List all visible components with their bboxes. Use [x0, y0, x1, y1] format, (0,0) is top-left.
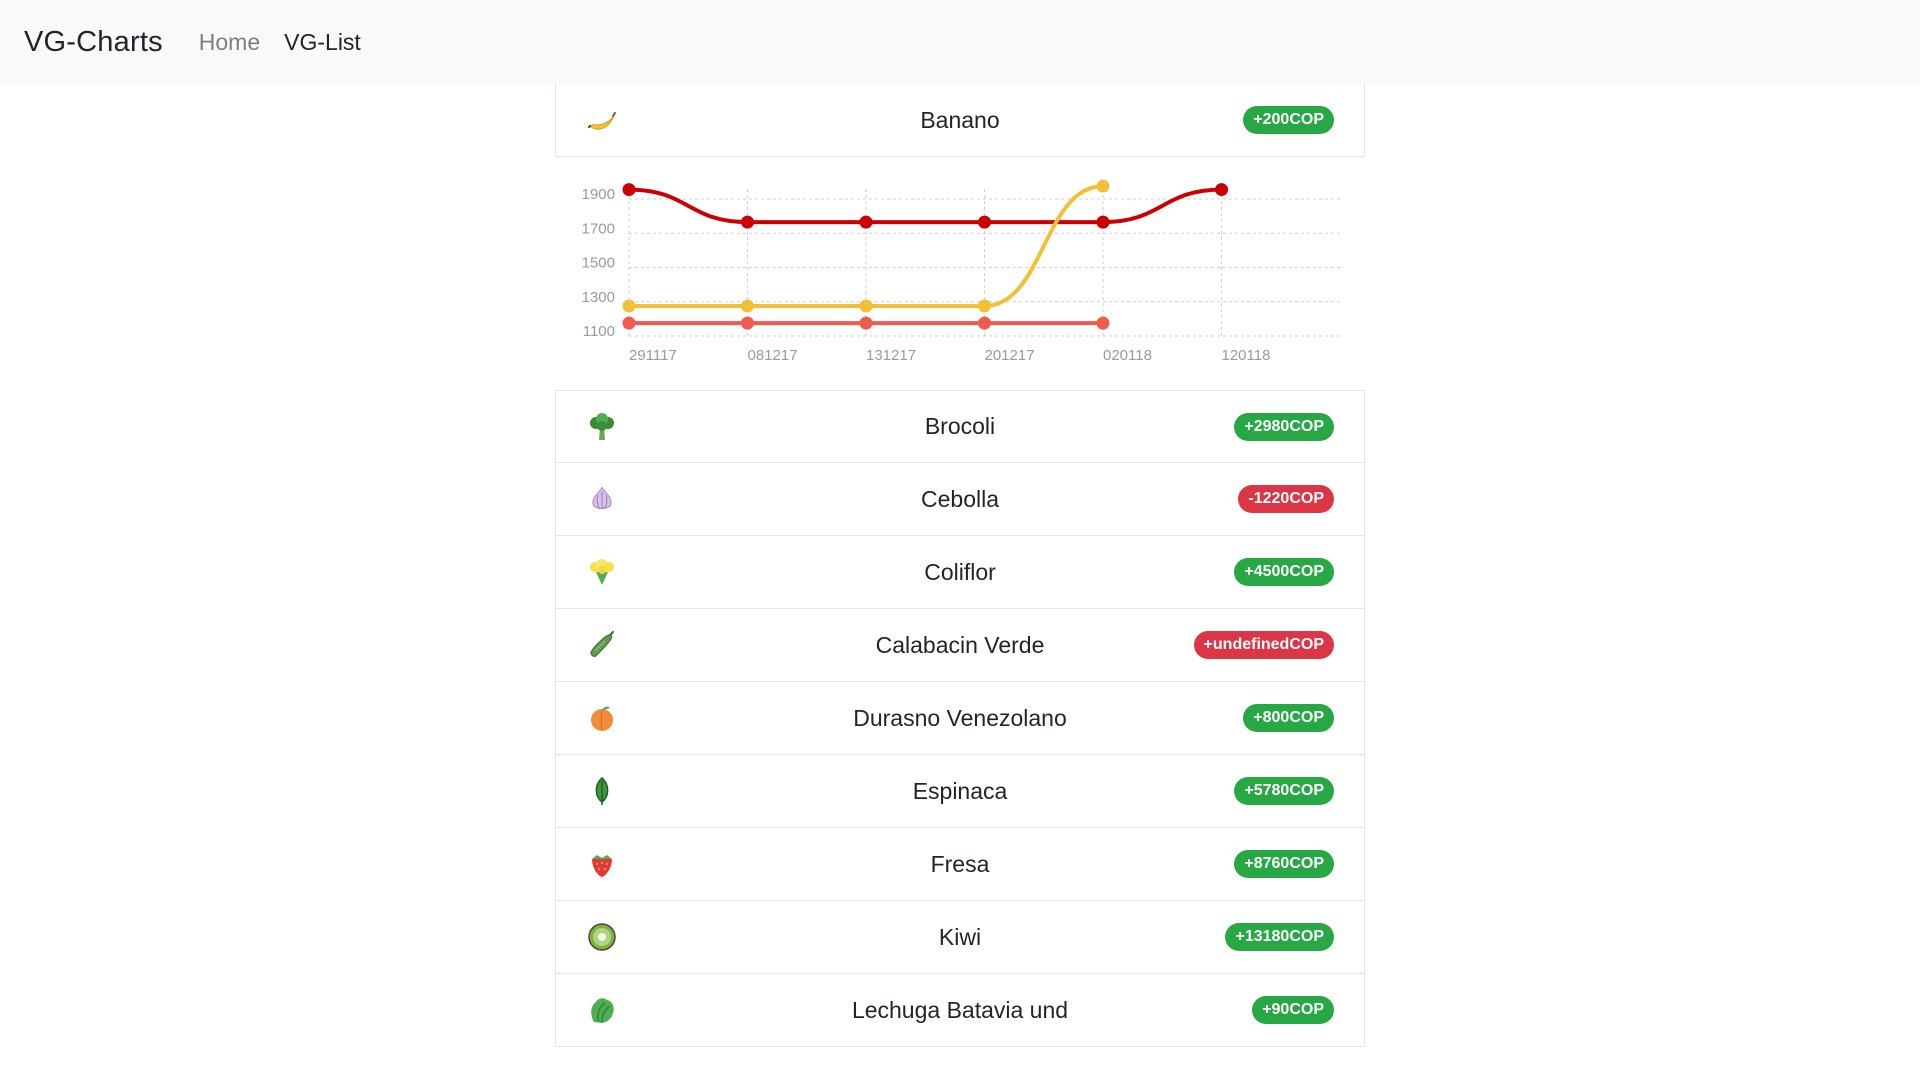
navbar: VG-Charts Home VG-List [0, 0, 1920, 84]
data-point [622, 183, 636, 197]
y-tick-label: 1700 [582, 220, 615, 237]
list-item[interactable]: Brocoli +2980COP [555, 390, 1365, 463]
list-item[interactable]: Kiwi +13180COP [555, 901, 1365, 974]
data-point [859, 316, 873, 330]
price-change-badge: +200COP [1243, 106, 1334, 134]
data-point [1096, 316, 1110, 330]
series-line-1 [627, 184, 1105, 309]
nav-link-home[interactable]: Home [199, 29, 260, 56]
product-list: Banano +200COP 1900 1700 1500 1300 1100 29111… [555, 84, 1365, 1047]
list-item[interactable]: Fresa +8760COP [555, 828, 1365, 901]
price-change-badge: -1220COP [1238, 485, 1334, 513]
data-point [978, 215, 991, 229]
price-change-badge: +90COP [1252, 996, 1334, 1024]
x-tick-label: 201217 [985, 347, 1035, 364]
price-change-badge: +8760COP [1234, 850, 1334, 878]
x-tick-label: 120118 [1222, 347, 1271, 364]
list-item[interactable]: Espinaca +5780COP [555, 755, 1365, 828]
y-tick-label: 1900 [582, 186, 615, 203]
price-change-badge: +undefinedCOP [1193, 631, 1334, 659]
y-tick-label: 1500 [582, 255, 615, 272]
data-point [622, 299, 636, 313]
x-tick-label: 291117 [629, 347, 677, 364]
price-change-badge: +2980COP [1234, 412, 1334, 441]
data-point [1096, 179, 1110, 193]
product-name: Lechuga Batavia und [851, 996, 1069, 1023]
data-point [859, 299, 873, 313]
data-point [1215, 183, 1228, 197]
data-point [741, 215, 754, 229]
data-point [978, 316, 991, 330]
list-item[interactable]: Coliflor +4500COP [555, 536, 1365, 609]
price-chart: 1900 1700 1500 1300 1100 291117 081217 131217 20… [555, 157, 1365, 390]
list-item[interactable]: Durasno Venezolano +800COP [555, 682, 1365, 755]
price-change-badge: +13180COP [1225, 923, 1334, 951]
y-tick-label: 1100 [583, 323, 615, 340]
x-tick-label: 020118 [1103, 347, 1152, 364]
data-point [741, 316, 754, 330]
series-line-0 [627, 187, 1224, 225]
data-point [741, 299, 754, 313]
list-item[interactable]: Cebolla -1220COP [555, 463, 1365, 536]
x-tick-label: 081217 [748, 347, 798, 364]
data-point [978, 299, 991, 313]
data-point [622, 316, 636, 330]
navbar-brand[interactable]: VG-Charts [24, 26, 163, 59]
data-point [1096, 215, 1110, 229]
price-change-badge: +5780COP [1234, 777, 1334, 805]
data-point [859, 215, 873, 229]
x-tick-label: 131217 [866, 347, 916, 364]
price-change-badge: +4500COP [1234, 558, 1334, 586]
list-item[interactable]: Calabacin Verde +undefinedCOP [555, 609, 1365, 682]
list-item-featured[interactable]: Banano +200COP [555, 84, 1365, 157]
price-change-badge: +800COP [1243, 704, 1334, 732]
y-tick-label: 1300 [582, 289, 615, 306]
list-item[interactable]: Lechuga Batavia und +90COP [555, 974, 1365, 1047]
nav-link-vg-list[interactable]: VG-List [284, 29, 361, 56]
price-chart-svg: 1900 1700 1500 1300 1100 291117 081217 131217 20… [582, 179, 1341, 364]
